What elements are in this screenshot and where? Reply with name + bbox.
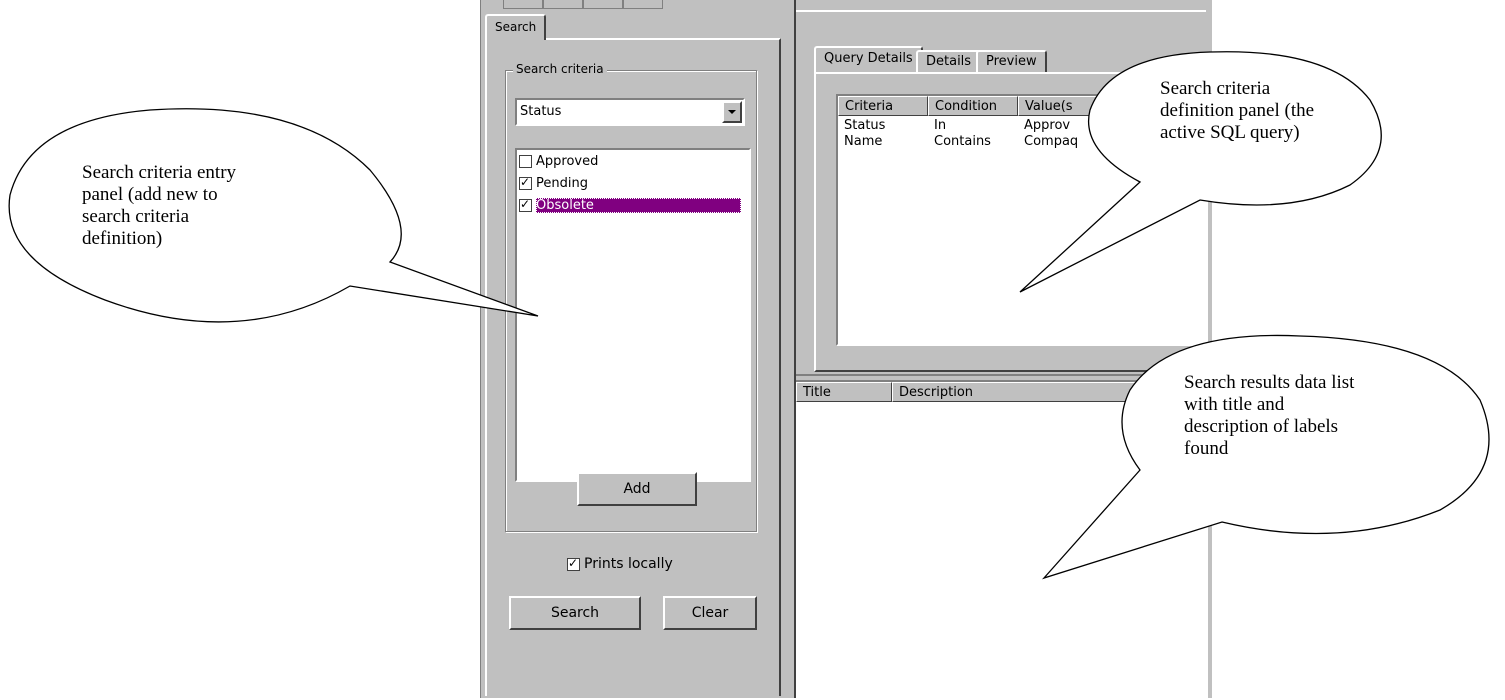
callout-line: Search results data list [1184,372,1355,393]
callout-results-list: Search results data list with title and … [1184,372,1354,460]
callout-line: description of labels [1184,416,1339,437]
callout-definition-panel: Search criteria definition panel (the ac… [1160,78,1314,144]
callout-entry-panel: Search criteria entry panel (add new to … [82,162,236,250]
callout-line: found [1184,438,1229,459]
callout-line: Search criteria entry [82,162,237,183]
callout-line: search criteria [82,206,190,227]
callout-line: active SQL query) [1160,122,1300,143]
callout-line: panel (add new to [82,184,218,205]
callout-line: Search criteria [1160,78,1271,99]
callout-line: definition panel (the [1160,100,1315,121]
callout-line: definition) [82,228,163,249]
callout-line: with title and [1184,394,1285,415]
